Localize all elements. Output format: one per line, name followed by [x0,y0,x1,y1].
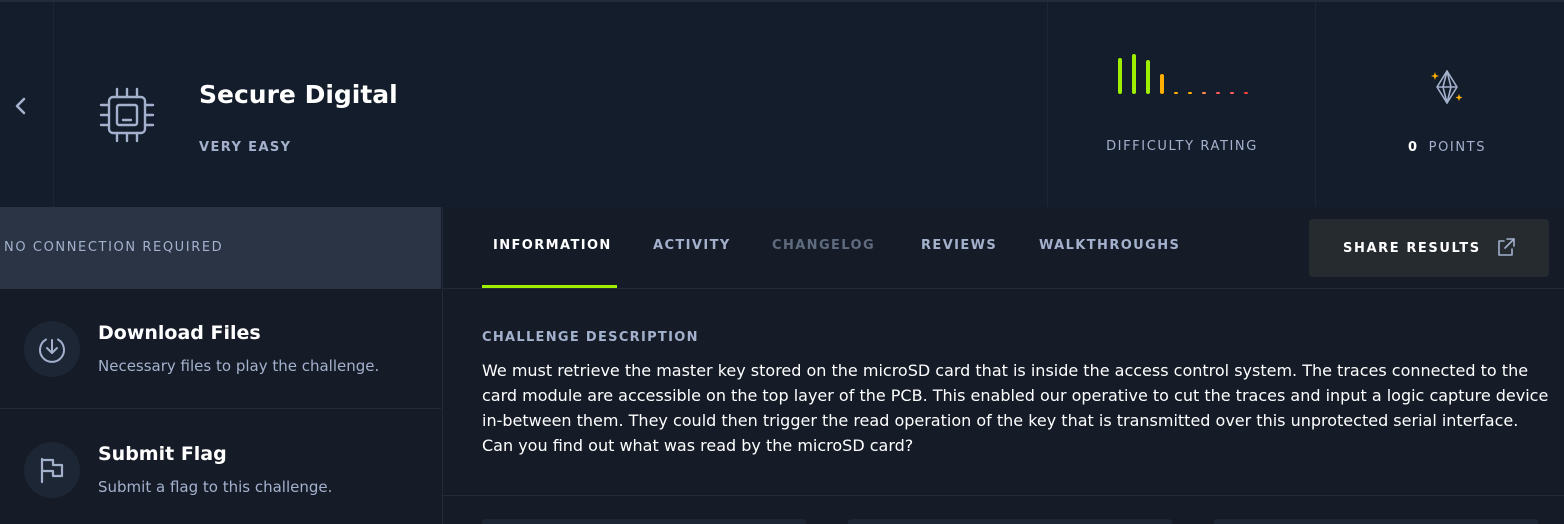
points-value: 0 [1408,140,1419,155]
tab-walkthroughs[interactable]: WALKTHROUGHS [1039,238,1180,253]
difficulty-label: VERY EASY [199,140,292,155]
download-icon-circle [24,321,80,377]
share-results-button[interactable]: SHARE RESULTS [1309,219,1549,277]
section-divider [443,495,1564,496]
difficulty-rating-bars [1118,54,1248,94]
tab-changelog[interactable]: CHANGELOG [772,238,875,253]
rating-bar [1230,92,1234,94]
description-body: We must retrieve the master key stored o… [482,361,1549,455]
rating-bar [1216,92,1220,94]
download-files-description: Necessary files to play the challenge. [98,357,380,375]
challenge-header: Secure Digital VERY EASY DIFFICULTY RATI… [0,0,1564,207]
challenge-main: INFORMATION ACTIVITY CHANGELOG REVIEWS W… [443,207,1564,524]
external-link-icon [1498,238,1515,256]
rating-bar [1146,60,1150,94]
points-display: 0 POINTS [1408,140,1486,155]
rating-bar [1174,92,1178,94]
challenge-sidebar: NO CONNECTION REQUIRED Download Files Ne… [0,207,443,524]
tab-information[interactable]: INFORMATION [493,238,612,253]
rating-bar [1202,92,1206,94]
points-panel: 0 POINTS [1315,2,1564,207]
challenge-title: Secure Digital [199,80,398,109]
rating-bar [1118,58,1122,94]
tab-bar: INFORMATION ACTIVITY CHANGELOG REVIEWS W… [443,207,1564,289]
description-heading: CHALLENGE DESCRIPTION [482,330,699,345]
share-results-label: SHARE RESULTS [1343,241,1481,256]
submit-flag-description: Submit a flag to this challenge. [98,478,333,496]
flag-icon [40,457,64,484]
submit-flag-button[interactable]: Submit Flag Submit a flag to this challe… [0,410,441,524]
section-stub [1214,519,1538,524]
active-tab-indicator [482,285,617,288]
rating-bar [1188,92,1192,94]
connection-banner: NO CONNECTION REQUIRED [0,207,441,289]
connection-status: NO CONNECTION REQUIRED [4,240,224,255]
chevron-left-icon [15,97,26,115]
difficulty-rating: DIFFICULTY RATING [1047,2,1315,207]
diamond-icon [1431,70,1463,104]
chip-icon [99,87,155,143]
rating-bar [1160,74,1164,94]
back-button[interactable] [10,94,32,118]
download-files-button[interactable]: Download Files Necessary files to play t… [0,289,441,409]
flag-icon-circle [24,442,80,498]
download-icon [39,338,65,363]
submit-flag-title: Submit Flag [98,443,227,465]
tab-reviews[interactable]: REVIEWS [921,238,997,253]
tab-activity[interactable]: ACTIVITY [653,238,731,253]
challenge-page: Secure Digital VERY EASY DIFFICULTY RATI… [0,0,1564,524]
rating-bar [1244,92,1248,94]
rating-bar [1132,54,1136,94]
section-stub [482,519,806,524]
points-label: POINTS [1428,140,1487,155]
back-cell [0,2,54,207]
section-stub [848,519,1172,524]
download-files-title: Download Files [98,322,261,344]
difficulty-rating-label: DIFFICULTY RATING [1106,139,1258,154]
